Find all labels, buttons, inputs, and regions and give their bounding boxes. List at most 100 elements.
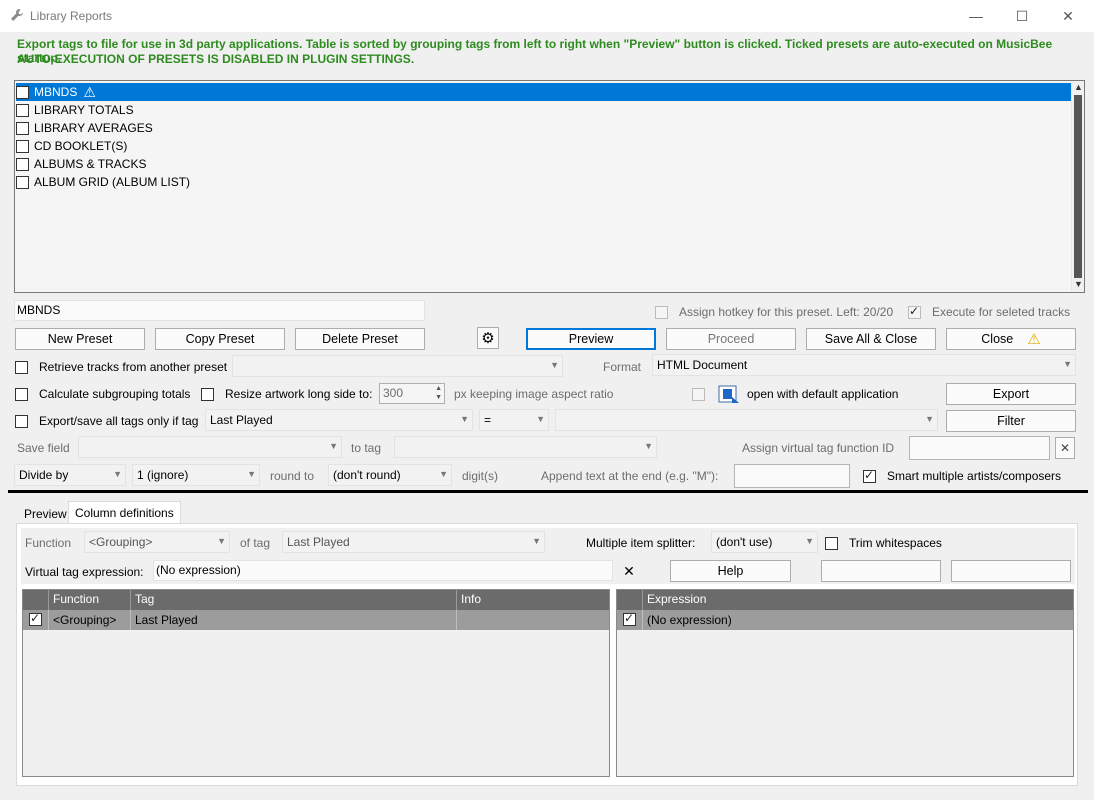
minimize-icon: —: [969, 8, 983, 24]
new-preset-button[interactable]: New Preset: [15, 328, 145, 350]
save-field-select[interactable]: ▼: [78, 436, 342, 458]
preset-item[interactable]: LIBRARY TOTALS: [16, 101, 1071, 119]
table-row[interactable]: <Grouping> Last Played: [23, 610, 609, 630]
close-window-button[interactable]: ✕: [1045, 0, 1091, 32]
table-row[interactable]: (No expression): [617, 610, 1073, 630]
expression-grid[interactable]: Expression (No expression): [616, 589, 1074, 777]
preset-item[interactable]: CD BOOKLET(S): [16, 137, 1071, 155]
preset-list[interactable]: MBNDS ⚠ LIBRARY TOTALS LIBRARY AVERAGES …: [14, 80, 1085, 293]
smart-artists-checkbox-row[interactable]: Smart multiple artists/composers: [863, 468, 1061, 483]
export-only-tag-select[interactable]: Last Played ▼: [205, 409, 473, 431]
copy-preset-button[interactable]: Copy Preset: [155, 328, 285, 350]
open-default-checkbox[interactable]: [692, 388, 710, 404]
splitter[interactable]: [8, 490, 1088, 493]
filter-button[interactable]: Filter: [946, 410, 1076, 432]
clear-expression-icon[interactable]: ✕: [620, 562, 638, 580]
retrieve-preset-select[interactable]: ▼: [232, 355, 563, 377]
retrieve-label: Retrieve tracks from another preset: [39, 360, 228, 374]
save-all-close-button[interactable]: Save All & Close: [806, 328, 936, 350]
window-title: Library Reports: [30, 9, 113, 23]
vtag-label: Virtual tag expression:: [25, 565, 144, 579]
preset-label: CD BOOKLET(S): [34, 139, 128, 153]
preset-name-input[interactable]: MBNDS: [14, 300, 425, 321]
chevron-down-icon: ▼: [439, 469, 448, 479]
smart-artists-checkbox[interactable]: [863, 468, 876, 483]
trim-label: Trim whitespaces: [849, 536, 942, 550]
export-only-checkbox[interactable]: [15, 414, 28, 428]
resize-checkbox-row[interactable]: Resize artwork long side to:: [201, 387, 372, 401]
assign-hotkey-checkbox[interactable]: [655, 305, 668, 319]
resize-checkbox[interactable]: [201, 387, 214, 401]
preset-checkbox[interactable]: [16, 85, 29, 99]
minimize-button[interactable]: —: [953, 0, 999, 32]
preset-checkbox[interactable]: [16, 175, 29, 189]
preset-checkbox[interactable]: [16, 121, 29, 135]
blank-button-2[interactable]: [951, 560, 1071, 582]
trim-checkbox[interactable]: [825, 536, 838, 550]
tab-column-definitions[interactable]: Column definitions: [68, 501, 181, 524]
export-only-value-select[interactable]: ▼: [555, 409, 938, 431]
preset-list-scrollbar[interactable]: ▲ ▼: [1071, 81, 1084, 292]
grid-header: Expression: [617, 590, 1073, 610]
row-checkbox-cell[interactable]: [23, 610, 49, 630]
assign-virtual-input[interactable]: [909, 436, 1050, 460]
execute-selected-checkbox[interactable]: [908, 304, 921, 319]
calc-subgroup-checkbox[interactable]: [15, 387, 28, 401]
execute-selected-checkbox-row[interactable]: Execute for seleted tracks: [908, 304, 1070, 319]
row-checkbox[interactable]: [29, 611, 42, 626]
stepper-arrows-icon[interactable]: ▲ ▼: [435, 384, 442, 402]
preset-checkbox[interactable]: [16, 157, 29, 171]
append-text-input[interactable]: [734, 464, 850, 488]
divide-value-select[interactable]: 1 (ignore) ▼: [132, 464, 260, 486]
delete-preset-button[interactable]: Delete Preset: [295, 328, 425, 350]
preset-label: LIBRARY AVERAGES: [34, 121, 153, 135]
scroll-thumb[interactable]: [1074, 95, 1082, 278]
splitter-select[interactable]: (don't use) ▼: [711, 531, 818, 553]
header-info[interactable]: Info: [457, 590, 609, 610]
function-select[interactable]: <Grouping> ▼: [84, 531, 230, 553]
header-function[interactable]: Function: [49, 590, 131, 610]
splitter-value: (don't use): [716, 535, 773, 549]
proceed-button[interactable]: Proceed: [666, 328, 796, 350]
preset-checkbox[interactable]: [16, 103, 29, 117]
of-tag-select[interactable]: Last Played ▼: [282, 531, 545, 553]
export-only-checkbox-row[interactable]: Export/save all tags only if tag: [15, 414, 198, 428]
help-button[interactable]: Help: [670, 560, 791, 582]
preset-item[interactable]: ALBUM GRID (ALBUM LIST): [16, 173, 1071, 191]
clear-function-id-icon[interactable]: ✕: [1055, 437, 1075, 459]
tab-preview[interactable]: Preview: [18, 503, 73, 525]
preset-label: ALBUM GRID (ALBUM LIST): [34, 175, 191, 189]
row-checkbox[interactable]: [623, 611, 636, 626]
maximize-icon: ☐: [1015, 7, 1029, 24]
row-checkbox-cell[interactable]: [617, 610, 643, 630]
export-button[interactable]: Export: [946, 383, 1076, 405]
preset-item[interactable]: LIBRARY AVERAGES: [16, 119, 1071, 137]
function-label: Function: [25, 536, 72, 550]
close-button[interactable]: Close ⚠: [946, 328, 1076, 350]
preset-checkbox[interactable]: [16, 139, 29, 153]
scroll-up-icon[interactable]: ▲: [1072, 81, 1085, 94]
blank-button-1[interactable]: [821, 560, 941, 582]
header-expression[interactable]: Expression: [643, 590, 1073, 610]
scroll-down-icon[interactable]: ▼: [1072, 278, 1085, 291]
preset-item[interactable]: MBNDS ⚠: [16, 83, 1071, 101]
preview-button[interactable]: Preview: [526, 328, 656, 350]
to-tag-select[interactable]: ▼: [394, 436, 657, 458]
retrieve-checkbox[interactable]: [15, 360, 28, 374]
divide-by-select[interactable]: Divide by ▼: [14, 464, 126, 486]
format-select[interactable]: HTML Document ▼: [652, 354, 1076, 376]
preset-item[interactable]: ALBUMS & TRACKS: [16, 155, 1071, 173]
export-only-operator-select[interactable]: = ▼: [479, 409, 549, 431]
assign-hotkey-checkbox-row[interactable]: Assign hotkey for this preset. Left: 20/…: [655, 305, 893, 319]
column-grid[interactable]: Function Tag Info <Grouping> Last Played: [22, 589, 610, 777]
resize-stepper[interactable]: 300 ▲ ▼: [379, 383, 445, 404]
vtag-expression-input[interactable]: (No expression): [153, 560, 613, 581]
round-select[interactable]: (don't round) ▼: [328, 464, 452, 486]
settings-gear-icon[interactable]: ⚙: [477, 327, 499, 349]
of-tag-label: of tag: [240, 536, 271, 550]
calc-subgroup-checkbox-row[interactable]: Calculate subgrouping totals: [15, 387, 190, 401]
retrieve-checkbox-row[interactable]: Retrieve tracks from another preset: [15, 360, 227, 374]
trim-checkbox-row[interactable]: Trim whitespaces: [825, 536, 942, 550]
header-tag[interactable]: Tag: [131, 590, 457, 610]
maximize-button[interactable]: ☐: [999, 0, 1045, 32]
